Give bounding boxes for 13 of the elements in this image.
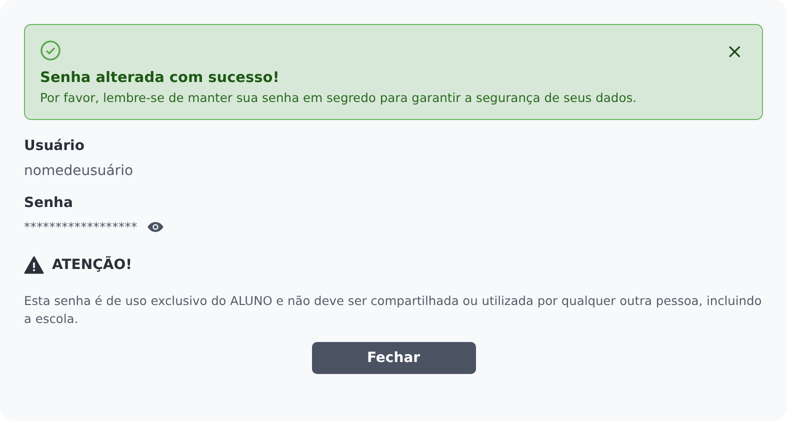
warning-icon [24,256,44,274]
eye-icon[interactable] [147,221,164,233]
warning-message: Esta senha é de uso exclusivo do ALUNO e não deve ser compartilhada ou utilizada por qualquer outra pessoa, incluindo a escola. [24,293,763,328]
warning-title: ATENÇÃO! [52,257,132,273]
password-value: ****************** [24,220,138,234]
field-label: Usuário [24,138,86,154]
alert-title: Senha alterada com sucesso! [40,70,280,86]
check-circle-icon [40,40,61,61]
field-value: nomedeusuário [24,163,134,179]
close-dialog-button[interactable]: Fechar [312,342,476,374]
close-button[interactable]: × [722,42,747,58]
field-label: Senha [24,195,74,211]
alert-message: Por favor, lembre-se de manter sua senha em segredo para garantir a segurança de seus dados. [40,91,638,105]
